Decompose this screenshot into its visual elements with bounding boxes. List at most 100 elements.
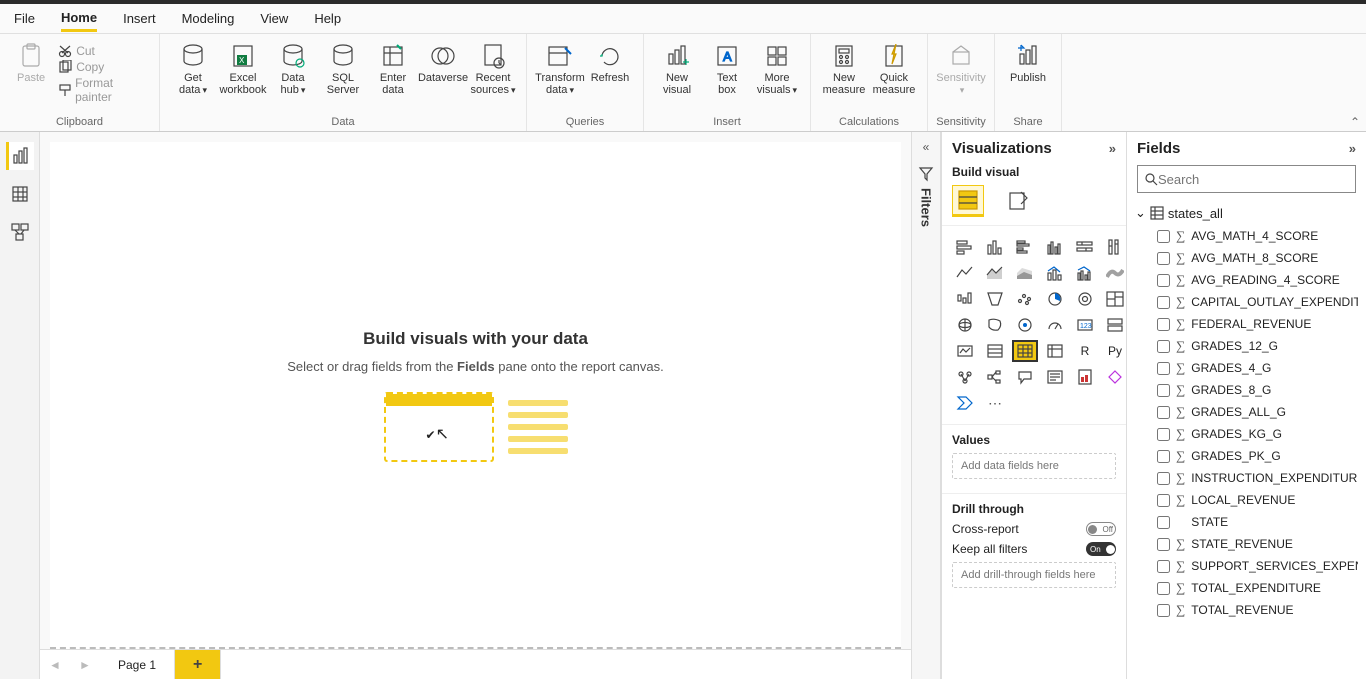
field-row[interactable]: ∑GRADES_KG_G (1135, 423, 1358, 445)
field-row[interactable]: ∑TOTAL_EXPENDITURE (1135, 577, 1358, 599)
field-checkbox[interactable] (1157, 384, 1170, 397)
field-row[interactable]: ∑AVG_MATH_4_SCORE (1135, 225, 1358, 247)
viz-clustered-bar[interactable] (1012, 236, 1038, 258)
field-checkbox[interactable] (1157, 450, 1170, 463)
viz-python[interactable]: Py (1102, 340, 1128, 362)
page-prev-button[interactable]: ◄ (40, 658, 70, 672)
publish-button[interactable]: Publish (1003, 38, 1053, 84)
viz-filled-map[interactable] (982, 314, 1008, 336)
data-view-button[interactable] (6, 180, 34, 208)
viz-azure-map[interactable] (1012, 314, 1038, 336)
field-row[interactable]: ∑GRADES_ALL_G (1135, 401, 1358, 423)
viz-gauge[interactable] (1042, 314, 1068, 336)
viz-stacked-column[interactable] (982, 236, 1008, 258)
viz-stacked-area[interactable] (1012, 262, 1038, 284)
values-drop-zone[interactable]: Add data fields here (952, 453, 1116, 479)
viz-line-stacked-column[interactable] (1042, 262, 1068, 284)
report-view-button[interactable] (6, 142, 34, 170)
field-row[interactable]: ∑GRADES_12_G (1135, 335, 1358, 357)
field-row[interactable]: ∑LOCAL_REVENUE (1135, 489, 1358, 511)
viz-donut[interactable] (1072, 288, 1098, 310)
viz-pie[interactable] (1042, 288, 1068, 310)
field-row[interactable]: ∑CAPITAL_OUTLAY_EXPENDIT... (1135, 291, 1358, 313)
viz-card[interactable]: 123 (1072, 314, 1098, 336)
viz-power-apps[interactable] (1102, 366, 1128, 388)
field-checkbox[interactable] (1157, 494, 1170, 507)
enter-data-button[interactable]: Enterdata (368, 38, 418, 96)
field-checkbox[interactable] (1157, 406, 1170, 419)
field-checkbox[interactable] (1157, 516, 1170, 529)
field-checkbox[interactable] (1157, 274, 1170, 287)
menu-home[interactable]: Home (61, 6, 97, 32)
field-checkbox[interactable] (1157, 362, 1170, 375)
field-row[interactable]: ∑STATE (1135, 511, 1358, 533)
field-row[interactable]: ∑GRADES_PK_G (1135, 445, 1358, 467)
field-checkbox[interactable] (1157, 604, 1170, 617)
viz-more[interactable]: ⋯ (982, 392, 1008, 414)
menu-modeling[interactable]: Modeling (182, 7, 235, 30)
field-checkbox[interactable] (1157, 560, 1170, 573)
field-row[interactable]: ∑AVG_READING_4_SCORE (1135, 269, 1358, 291)
viz-r-script[interactable]: R (1072, 340, 1098, 362)
text-box-button[interactable]: ATextbox (702, 38, 752, 96)
page-tab[interactable]: Page 1 (100, 650, 175, 679)
menu-insert[interactable]: Insert (123, 7, 156, 30)
viz-multi-row-card[interactable] (1102, 314, 1128, 336)
field-checkbox[interactable] (1157, 428, 1170, 441)
report-canvas[interactable]: Build visuals with your data Select or d… (50, 142, 901, 649)
quick-measure-button[interactable]: Quickmeasure (869, 38, 919, 96)
data-hub-button[interactable]: Datahub▾ (268, 38, 318, 96)
viz-decomposition-tree[interactable] (982, 366, 1008, 388)
more-visuals-button[interactable]: Morevisuals▾ (752, 38, 802, 96)
cross-report-toggle[interactable]: Off (1086, 522, 1116, 536)
viz-smart-narrative[interactable] (1042, 366, 1068, 388)
field-checkbox[interactable] (1157, 296, 1170, 309)
field-checkbox[interactable] (1157, 340, 1170, 353)
viz-waterfall[interactable] (952, 288, 978, 310)
viz-key-influencers[interactable] (952, 366, 978, 388)
viz-table[interactable] (1012, 340, 1038, 362)
field-row[interactable]: ∑FEDERAL_REVENUE (1135, 313, 1358, 335)
visualizations-collapse-button[interactable]: » (1109, 141, 1116, 156)
viz-power-automate[interactable] (952, 392, 978, 414)
excel-workbook-button[interactable]: XExcelworkbook (218, 38, 268, 96)
recent-sources-button[interactable]: Recentsources▾ (468, 38, 518, 96)
format-visual-mode[interactable] (1002, 185, 1034, 217)
page-next-button[interactable]: ► (70, 658, 100, 672)
field-checkbox[interactable] (1157, 318, 1170, 331)
ribbon-collapse-button[interactable]: ⌃ (1350, 115, 1360, 129)
viz-paginated-report[interactable] (1072, 366, 1098, 388)
refresh-button[interactable]: Refresh (585, 38, 635, 84)
field-checkbox[interactable] (1157, 252, 1170, 265)
menu-view[interactable]: View (260, 7, 288, 30)
sql-server-button[interactable]: SQLServer (318, 38, 368, 96)
model-view-button[interactable] (6, 218, 34, 246)
fields-search-input[interactable] (1158, 172, 1349, 187)
viz-scatter[interactable] (1012, 288, 1038, 310)
menu-file[interactable]: File (14, 7, 35, 30)
field-checkbox[interactable] (1157, 582, 1170, 595)
viz-area[interactable] (982, 262, 1008, 284)
viz-100-stacked-column[interactable] (1102, 236, 1128, 258)
transform-data-button[interactable]: Transformdata▾ (535, 38, 585, 96)
build-visual-mode[interactable] (952, 185, 984, 217)
get-data-button[interactable]: Getdata▾ (168, 38, 218, 96)
field-row[interactable]: ∑INSTRUCTION_EXPENDITURE (1135, 467, 1358, 489)
viz-clustered-column[interactable] (1042, 236, 1068, 258)
add-page-button[interactable]: + (175, 650, 221, 679)
viz-funnel[interactable] (982, 288, 1008, 310)
viz-ribbon[interactable] (1102, 262, 1128, 284)
new-measure-button[interactable]: Newmeasure (819, 38, 869, 96)
fields-search[interactable] (1137, 165, 1356, 193)
field-checkbox[interactable] (1157, 230, 1170, 243)
menu-help[interactable]: Help (314, 7, 341, 30)
viz-kpi[interactable] (952, 340, 978, 362)
field-row[interactable]: ∑TOTAL_REVENUE (1135, 599, 1358, 621)
field-checkbox[interactable] (1157, 538, 1170, 551)
drill-through-drop-zone[interactable]: Add drill-through fields here (952, 562, 1116, 588)
viz-matrix[interactable] (1042, 340, 1068, 362)
keep-all-filters-toggle[interactable]: On (1086, 542, 1116, 556)
field-checkbox[interactable] (1157, 472, 1170, 485)
field-row[interactable]: ∑GRADES_8_G (1135, 379, 1358, 401)
field-row[interactable]: ∑STATE_REVENUE (1135, 533, 1358, 555)
